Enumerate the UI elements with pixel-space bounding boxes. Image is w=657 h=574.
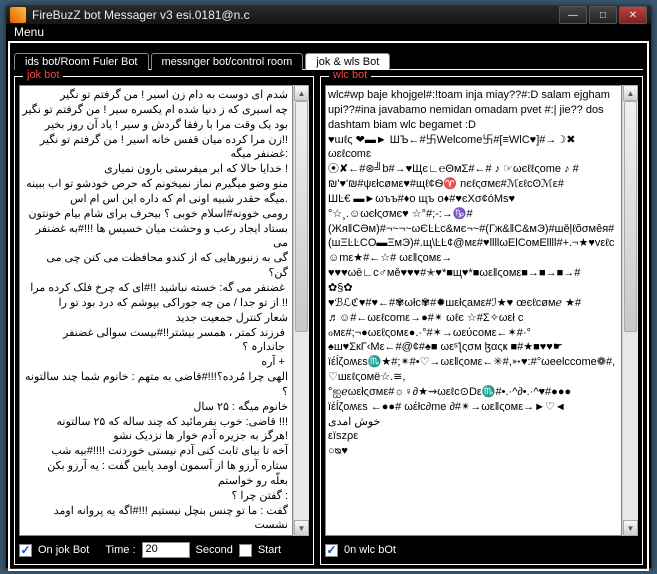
- time-label: Time :: [105, 544, 135, 556]
- wlc-bot-group: wlc bot wlc#wp baje khojgel#:!toam inja …: [320, 76, 643, 565]
- scroll-up-icon[interactable]: ▲: [623, 85, 638, 101]
- jok-scrollbar[interactable]: ▲ ▼: [293, 85, 309, 536]
- start-label: Start: [258, 544, 281, 556]
- scroll-up-icon[interactable]: ▲: [294, 85, 309, 101]
- window-title: FireBuzZ bot Messager v3 esi.0181@n.c: [32, 8, 559, 22]
- tab-jok-wls-bot[interactable]: jok & wls Bot: [305, 53, 390, 70]
- on-jok-checkbox[interactable]: ✓: [19, 544, 32, 557]
- scroll-thumb[interactable]: [624, 101, 637, 332]
- jok-bot-group: jok bot شدم ای دوست به دام زن اسیر ! من …: [14, 76, 314, 565]
- scroll-down-icon[interactable]: ▼: [294, 520, 309, 536]
- minimize-button[interactable]: ―: [559, 6, 587, 24]
- on-wlc-checkbox[interactable]: ✓: [325, 544, 338, 557]
- on-wlc-label: 0n wlc bOt: [344, 544, 396, 556]
- jok-text-area[interactable]: شدم ای دوست به دام زن اسیر ! من گرفتم تو…: [19, 85, 293, 536]
- tab-messenger-bot[interactable]: messnger bot/control room: [151, 53, 304, 70]
- scroll-down-icon[interactable]: ▼: [623, 520, 638, 536]
- tab-ids-bot[interactable]: ids bot/Room Fuler Bot: [14, 53, 149, 70]
- app-icon: [10, 7, 26, 23]
- wlc-text-area[interactable]: wlc#wp baje khojgel#:!toam inja miay??#:…: [325, 85, 622, 536]
- content-frame: ids bot/Room Fuler Bot messnger bot/cont…: [8, 41, 649, 571]
- wlc-bot-group-title: wlc bot: [329, 69, 371, 81]
- menubar: Menu: [6, 25, 651, 39]
- app-window: FireBuzZ bot Messager v3 esi.0181@n.c ― …: [5, 5, 652, 569]
- close-button[interactable]: ✕: [619, 6, 647, 24]
- second-label: Second: [196, 544, 233, 556]
- menu-item[interactable]: Menu: [14, 25, 44, 39]
- jok-bottom-bar: ✓ On jok Bot Time : 20 Second ✓ Start: [19, 540, 309, 560]
- wlc-bottom-bar: ✓ 0n wlc bOt: [325, 540, 638, 560]
- on-jok-label: On jok Bot: [38, 544, 89, 556]
- wlc-scrollbar[interactable]: ▲ ▼: [622, 85, 638, 536]
- titlebar[interactable]: FireBuzZ bot Messager v3 esi.0181@n.c ― …: [6, 6, 651, 25]
- scroll-thumb[interactable]: [295, 101, 308, 332]
- jok-bot-group-title: jok bot: [23, 69, 63, 81]
- maximize-button[interactable]: □: [589, 6, 617, 24]
- tabstrip: ids bot/Room Fuler Bot messnger bot/cont…: [14, 47, 643, 69]
- start-checkbox[interactable]: ✓: [239, 544, 252, 557]
- time-input[interactable]: 20: [142, 542, 190, 558]
